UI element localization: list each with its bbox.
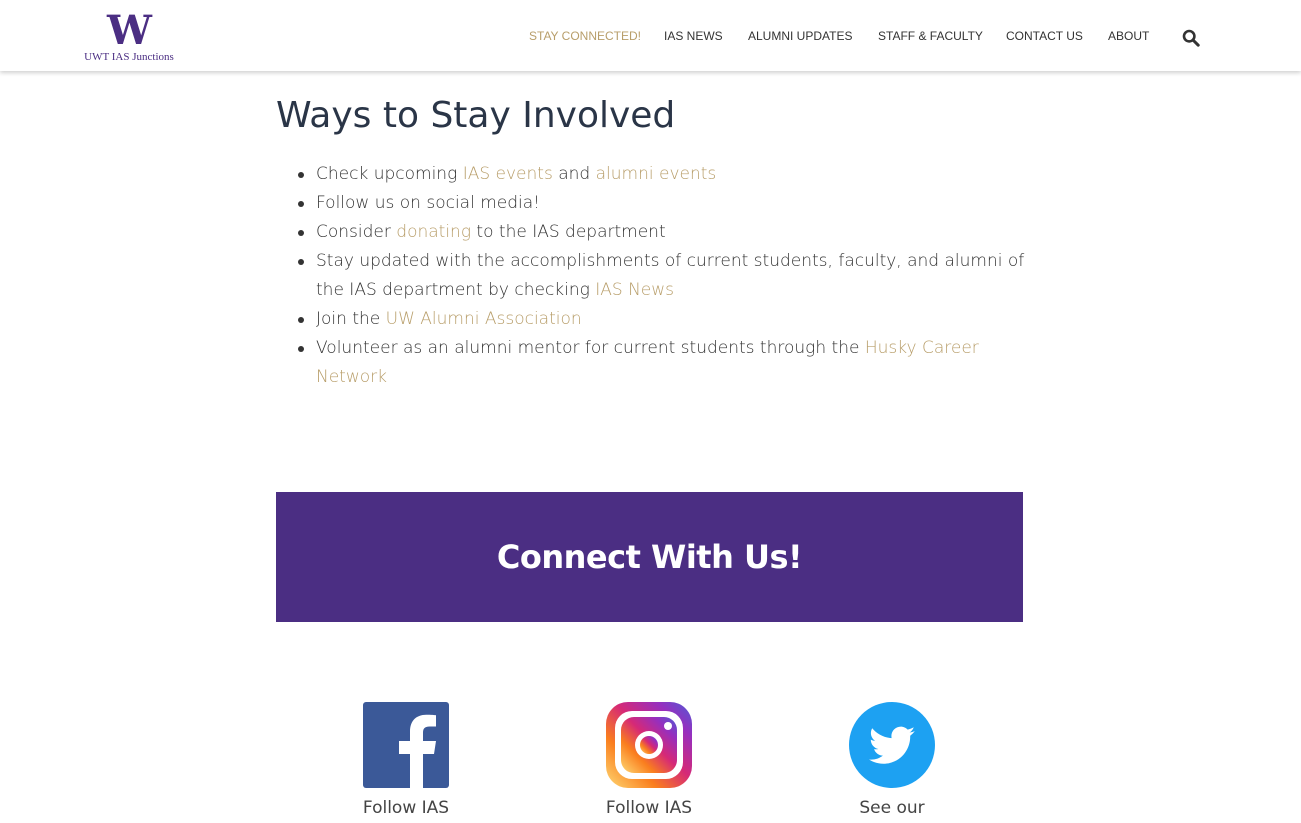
list-item-text: Check upcoming: [316, 164, 463, 184]
facebook-link[interactable]: Follow IAS: [346, 702, 466, 818]
list-item: Stay updated with the accomplishments of…: [276, 247, 1036, 305]
logo-subtitle: UWT IAS Junctions: [84, 51, 174, 63]
connect-banner: Connect With Us!: [276, 492, 1023, 622]
twitter-link[interactable]: See our: [832, 702, 952, 818]
main-nav: STAY CONNECTED! IAS NEWS ALUMNI UPDATES …: [0, 28, 1301, 48]
twitter-label: See our: [859, 798, 925, 818]
instagram-label: Follow IAS: [605, 798, 693, 818]
list-item: Follow us on social media!: [276, 189, 1036, 218]
list-item-text: Consider: [316, 222, 397, 242]
list-item-text: and: [552, 164, 596, 184]
search-icon[interactable]: [1182, 29, 1200, 47]
nav-about[interactable]: ABOUT: [1108, 28, 1149, 44]
nav-staff-faculty[interactable]: STAFF & FACULTY: [878, 28, 983, 44]
list-item: Consider donating to the IAS department: [276, 218, 1036, 247]
list-item-text: Volunteer as an alumni mentor for curren…: [316, 338, 865, 358]
instagram-icon: [606, 702, 692, 788]
facebook-icon: [363, 702, 449, 788]
twitter-icon: [849, 702, 935, 788]
nav-alumni-updates[interactable]: ALUMNI UPDATES: [748, 28, 852, 44]
banner-title: Connect With Us!: [496, 538, 803, 576]
site-header: W UWT IAS Junctions STAY CONNECTED! IAS …: [0, 0, 1301, 71]
list-item-text: Join the: [316, 309, 386, 329]
uw-alumni-association-link[interactable]: UW Alumni Association: [386, 309, 582, 329]
facebook-label: Follow IAS: [362, 798, 450, 818]
nav-contact-us[interactable]: CONTACT US: [1006, 28, 1083, 44]
list-item: Volunteer as an alumni mentor for curren…: [276, 334, 1036, 392]
ias-events-link[interactable]: IAS events: [463, 164, 553, 184]
donating-link[interactable]: donating: [396, 222, 471, 242]
page-title: Ways to Stay Involved: [276, 95, 676, 136]
list-item: Check upcoming IAS events and alumni eve…: [276, 160, 1036, 189]
instagram-link[interactable]: Follow IAS: [589, 702, 709, 818]
list-item-text: to the IAS department: [471, 222, 666, 242]
list-item-text: Follow us on social media!: [316, 193, 540, 213]
nav-stay-connected[interactable]: STAY CONNECTED!: [529, 28, 641, 44]
involvement-list: Check upcoming IAS events and alumni eve…: [276, 160, 1036, 392]
list-item: Join the UW Alumni Association: [276, 305, 1036, 334]
ias-news-link[interactable]: IAS News: [595, 280, 674, 300]
alumni-events-link[interactable]: alumni events: [596, 164, 717, 184]
nav-ias-news[interactable]: IAS NEWS: [664, 28, 723, 44]
